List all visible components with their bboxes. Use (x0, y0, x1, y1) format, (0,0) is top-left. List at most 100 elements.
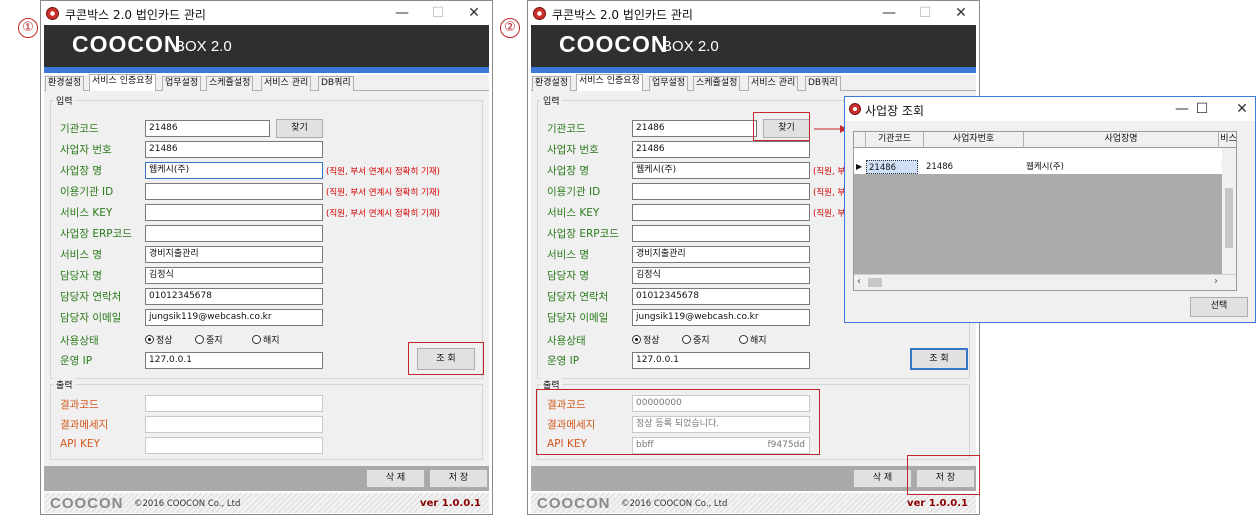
manager-phone-field[interactable]: 01012345678 (145, 288, 323, 305)
erp-code-field[interactable] (632, 225, 810, 242)
tab-service-auth[interactable]: 서비스 인증요청 (576, 74, 643, 92)
copyright: ©2016 COOCON Co., Ltd (134, 499, 241, 509)
dialog-title-bar[interactable]: 사업장 조회 — ☐ ✕ (845, 97, 1255, 121)
horizontal-scrollbar[interactable]: ‹ › (854, 274, 1236, 290)
result-code-label: 결과코드 (60, 399, 99, 411)
tab-settings[interactable]: 환경설정 (532, 76, 572, 91)
tab-db-query[interactable]: DB쿼리 (318, 76, 354, 91)
service-key-field[interactable] (632, 204, 810, 221)
maximize-icon[interactable]: ☐ (423, 4, 453, 22)
tab-service-manage[interactable]: 서비스 관리 (261, 76, 312, 91)
radio-terminate[interactable]: 해지 (252, 333, 280, 346)
title-bar[interactable]: 쿠콘박스 2.0 법인카드 관리 — ☐ ✕ (41, 1, 492, 25)
delete-button[interactable]: 삭 제 (366, 469, 425, 488)
radio-dot (632, 335, 641, 344)
radio-suspend-label: 중지 (693, 336, 710, 346)
tab-service-auth[interactable]: 서비스 인증요청 (89, 74, 156, 92)
radio-normal[interactable]: 정상 (632, 333, 660, 346)
use-org-id-field[interactable] (632, 183, 810, 200)
biz-name-field[interactable]: 웹케시(주) (145, 162, 323, 179)
manager-email-field[interactable]: jungsik119@webcash.co.kr (145, 309, 323, 326)
dialog-maximize-icon[interactable]: ☐ (1187, 100, 1217, 118)
cell-biz-name[interactable]: 웹케시(주) (1024, 160, 1219, 174)
service-name-field[interactable]: 경비지출관리 (632, 246, 810, 263)
service-key-label: 서비스 KEY (547, 207, 600, 219)
org-code-field[interactable]: 21486 (145, 120, 270, 137)
cell-biz-no[interactable]: 21486 (924, 160, 1024, 174)
manager-phone-field[interactable]: 01012345678 (632, 288, 810, 305)
col-org-code[interactable]: 기관코드 (866, 132, 924, 148)
biz-no-field[interactable]: 21486 (145, 141, 323, 158)
run-ip-field[interactable]: 127.0.0.1 (632, 352, 810, 369)
footer: COOCON ©2016 COOCON Co., Ltd ver 1.0.0.1 (44, 493, 489, 513)
col-biz-name[interactable]: 사업장명 (1024, 132, 1219, 148)
tab-service-manage[interactable]: 서비스 관리 (748, 76, 799, 91)
status-label: 사용상태 (547, 335, 586, 347)
radio-terminate[interactable]: 해지 (739, 333, 767, 346)
minimize-icon[interactable]: — (387, 4, 417, 22)
save-button[interactable]: 저 장 (429, 469, 488, 488)
accent-bar (531, 67, 976, 73)
org-code-field[interactable]: 21486 (632, 120, 757, 137)
result-msg-field (145, 416, 323, 433)
tab-schedule[interactable]: 스케쥴설정 (693, 76, 741, 91)
maximize-icon[interactable]: ☐ (910, 4, 940, 22)
scroll-right-icon[interactable]: › (1214, 276, 1218, 287)
find-button[interactable]: 찾기 (276, 119, 323, 138)
tab-strip: 환경설정 서비스 인증요청 업무설정 스케쥴설정 서비스 관리 DB쿼리 (44, 74, 489, 92)
run-ip-field[interactable]: 127.0.0.1 (145, 352, 323, 369)
manager-name-field[interactable]: 김정식 (145, 267, 323, 284)
col-service[interactable]: 비스 (1219, 132, 1236, 148)
coocon-logo: COOCON (559, 31, 669, 57)
horizontal-scroll-thumb[interactable] (868, 278, 882, 287)
biz-no-label: 사업자 번호 (60, 144, 112, 156)
tab-work-settings[interactable]: 업무설정 (162, 76, 202, 91)
manager-phone-label: 담당자 연락처 (547, 291, 609, 303)
radio-suspend[interactable]: 중지 (195, 333, 223, 346)
select-button[interactable]: 선택 (1190, 297, 1248, 317)
radio-dot (682, 335, 691, 344)
vertical-scroll-thumb[interactable] (1225, 188, 1233, 248)
title-bar[interactable]: 쿠콘박스 2.0 법인카드 관리 — ☐ ✕ (528, 1, 979, 25)
cell-org-code[interactable]: 21486 (866, 160, 918, 174)
grid-header-selector (854, 132, 866, 148)
tab-settings[interactable]: 환경설정 (45, 76, 85, 91)
result-grid[interactable]: 기관코드 사업자번호 사업장명 비스 ▶ 21486 21486 웹케시(주) … (853, 131, 1237, 291)
service-key-field[interactable] (145, 204, 323, 221)
radio-terminate-label: 해지 (750, 336, 767, 346)
radio-suspend[interactable]: 중지 (682, 333, 710, 346)
scroll-left-icon[interactable]: ‹ (857, 276, 861, 287)
close-icon[interactable]: ✕ (946, 4, 976, 22)
table-row[interactable]: ▶ 21486 21486 웹케시(주) 경비 (854, 160, 1236, 174)
query-button[interactable]: 조 회 (910, 348, 968, 370)
biz-name-field[interactable]: 웹케시(주) (632, 162, 810, 179)
highlight-find-button (753, 112, 810, 141)
service-name-label: 서비스 명 (60, 249, 102, 261)
tab-db-query[interactable]: DB쿼리 (805, 76, 841, 91)
manager-name-field[interactable]: 김정식 (632, 267, 810, 284)
banner: COOCON BOX 2.0 (44, 25, 489, 67)
service-name-label: 서비스 명 (547, 249, 589, 261)
radio-normal[interactable]: 정상 (145, 333, 173, 346)
vertical-scrollbar[interactable] (1222, 148, 1236, 276)
manager-email-label: 담당자 이메일 (60, 312, 122, 324)
tab-schedule[interactable]: 스케쥴설정 (206, 76, 254, 91)
tab-pane: 입력 기관코드 21486 찾기 사업자 번호 21486 사업장 명 웹케시(… (44, 91, 489, 466)
manager-email-field[interactable]: jungsik119@webcash.co.kr (632, 309, 810, 326)
col-biz-no[interactable]: 사업자번호 (924, 132, 1024, 148)
service-key-note: (직원, 부 (813, 209, 846, 219)
service-name-field[interactable]: 경비지출관리 (145, 246, 323, 263)
version-label: ver 1.0.0.1 (420, 498, 481, 509)
window-title: 쿠콘박스 2.0 법인카드 관리 (552, 8, 693, 22)
biz-no-label: 사업자 번호 (547, 144, 599, 156)
close-icon[interactable]: ✕ (459, 4, 489, 22)
tab-work-settings[interactable]: 업무설정 (649, 76, 689, 91)
dialog-close-icon[interactable]: ✕ (1227, 100, 1256, 118)
erp-code-field[interactable] (145, 225, 323, 242)
minimize-icon[interactable]: — (874, 4, 904, 22)
input-group-label: 입력 (54, 94, 75, 107)
biz-no-field[interactable]: 21486 (632, 141, 810, 158)
use-org-id-field[interactable] (145, 183, 323, 200)
delete-button[interactable]: 삭 제 (853, 469, 912, 488)
biz-search-dialog: 사업장 조회 — ☐ ✕ 기관코드 사업자번호 사업장명 비스 ▶ 21486 … (844, 96, 1256, 323)
